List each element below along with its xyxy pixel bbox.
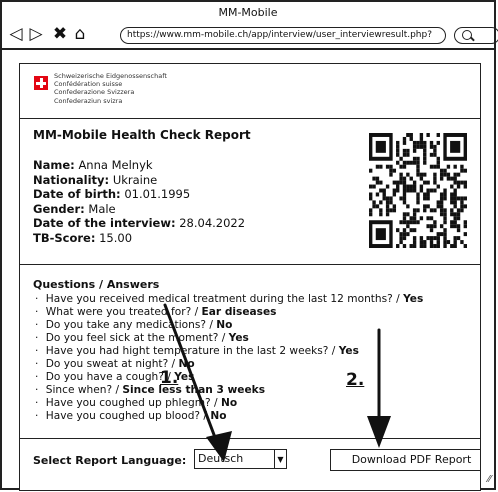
language-select[interactable]: Deutsch ▼	[194, 449, 287, 469]
info-interview-date: Date of the interview: 28.04.2022	[33, 216, 246, 231]
step-2-label: 2.	[346, 370, 365, 390]
download-pdf-button[interactable]: Download PDF Report	[330, 449, 480, 471]
qa-item: Since when? / Since less than 3 weeks	[35, 384, 480, 397]
info-tb-score: TB-Score: 15.00	[33, 230, 133, 245]
report-title: MM-Mobile Health Check Report	[33, 128, 251, 142]
home-icon[interactable]: ⌂	[70, 24, 90, 44]
forward-arrow-icon[interactable]: ▷	[26, 24, 46, 44]
swiss-cross-logo	[34, 76, 48, 90]
qa-list: Have you received medical treatment duri…	[35, 293, 480, 423]
qa-item: Do you sweat at night? / No	[35, 358, 480, 371]
report-page: Schweizerische Eidgenossenschaft Confédé…	[19, 63, 481, 491]
government-header: Schweizerische Eidgenossenschaft Confédé…	[54, 72, 167, 105]
gov-line: Confederaziun svizra	[54, 96, 123, 105]
step-1-label: 1.	[160, 368, 179, 388]
qa-heading: Questions / Answers	[33, 278, 160, 291]
search-field[interactable]	[454, 27, 498, 44]
info-gender: Gender: Male	[33, 201, 116, 216]
qa-item: Have you received medical treatment duri…	[35, 293, 480, 306]
qa-item: Have you had hight temperature in the la…	[35, 345, 480, 358]
info-name: Name: Anna Melnyk	[33, 158, 153, 172]
qa-item: Do you have a cough? / Yes	[35, 371, 480, 384]
back-arrow-icon[interactable]: ◁	[6, 24, 26, 44]
qa-divider	[20, 264, 480, 265]
gov-line: Confederazione Svizzera	[54, 88, 135, 97]
language-label: Select Report Language:	[33, 454, 187, 467]
info-nationality: Nationality: Ukraine	[33, 172, 158, 187]
window-title: MM-Mobile	[218, 6, 278, 19]
qa-item: What were you treated for? / Ear disease…	[35, 306, 480, 319]
close-icon[interactable]: ✖	[50, 24, 70, 44]
language-value: Deutsch	[198, 452, 244, 465]
qa-item: Do you take any medications? / No	[35, 319, 480, 332]
qa-item: Do you feel sick at the moment? / Yes	[35, 332, 480, 345]
qa-item: Have you coughed up phlegm? / No	[35, 397, 480, 410]
header-divider	[20, 118, 480, 119]
dropdown-arrow-icon[interactable]: ▼	[274, 450, 286, 468]
personal-info: Name: Anna Melnyk Nationality: Ukraine D…	[33, 158, 245, 246]
title-bar: MM-Mobile ◁ ▷ ✖ ⌂ https://www.mm-mobile.…	[2, 2, 498, 50]
qa-item: Have you coughed up blood? / No	[35, 410, 480, 423]
url-field[interactable]: https://www.mm-mobile.ch/app/interview/u…	[120, 27, 446, 44]
gov-line: Confédération suisse	[54, 80, 123, 89]
gov-line: Schweizerische Eidgenossenschaft	[54, 72, 167, 80]
resize-grip-icon[interactable]: ⁄⁄	[488, 474, 491, 485]
browser-window: MM-Mobile ◁ ▷ ✖ ⌂ https://www.mm-mobile.…	[0, 0, 498, 491]
info-dob: Date of birth: 01.01.1995	[33, 187, 191, 202]
qr-code-icon	[369, 133, 467, 248]
search-icon	[462, 30, 472, 40]
